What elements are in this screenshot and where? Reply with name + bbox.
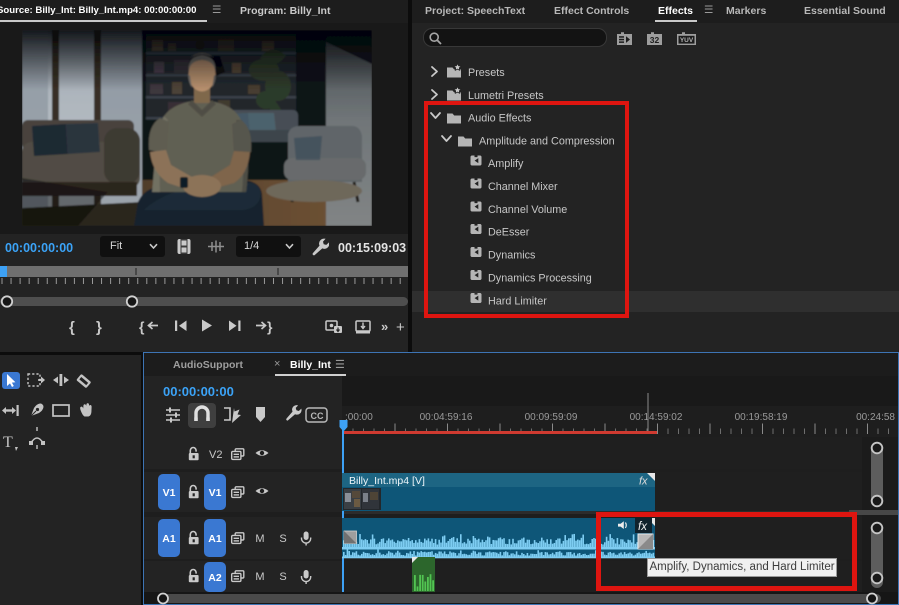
svg-text:M: M xyxy=(255,533,264,545)
svg-text:CC: CC xyxy=(311,411,324,421)
svg-text:00:04:59:16: 00:04:59:16 xyxy=(420,412,473,423)
svg-text:»: » xyxy=(381,319,388,334)
svg-text:00:09:59:09: 00:09:59:09 xyxy=(525,412,578,423)
svg-text:Billy_Int.mp4 [V]: Billy_Int.mp4 [V] xyxy=(349,475,425,487)
svg-text:}: } xyxy=(267,319,273,335)
svg-text:V1: V1 xyxy=(209,487,222,499)
svg-text:M: M xyxy=(255,571,264,583)
svg-text:A1: A1 xyxy=(208,533,222,545)
svg-text:00:19:58:19: 00:19:58:19 xyxy=(735,412,788,423)
svg-text:{: { xyxy=(69,319,75,336)
svg-text:T: T xyxy=(3,434,13,451)
svg-text:V1: V1 xyxy=(163,487,176,499)
svg-text:A1: A1 xyxy=(162,533,176,545)
svg-text:S: S xyxy=(279,533,286,545)
svg-text:Presets: Presets xyxy=(468,67,505,79)
svg-text::00:00: :00:00 xyxy=(345,412,373,423)
svg-text:V2: V2 xyxy=(209,449,222,461)
svg-text:{: { xyxy=(139,319,145,335)
svg-text:}: } xyxy=(96,319,102,336)
svg-text:A2: A2 xyxy=(208,572,222,584)
svg-text:+: + xyxy=(396,319,405,336)
svg-text:00:14:59:02: 00:14:59:02 xyxy=(630,412,683,423)
svg-text:S: S xyxy=(279,571,286,583)
svg-text:fx: fx xyxy=(639,476,648,488)
